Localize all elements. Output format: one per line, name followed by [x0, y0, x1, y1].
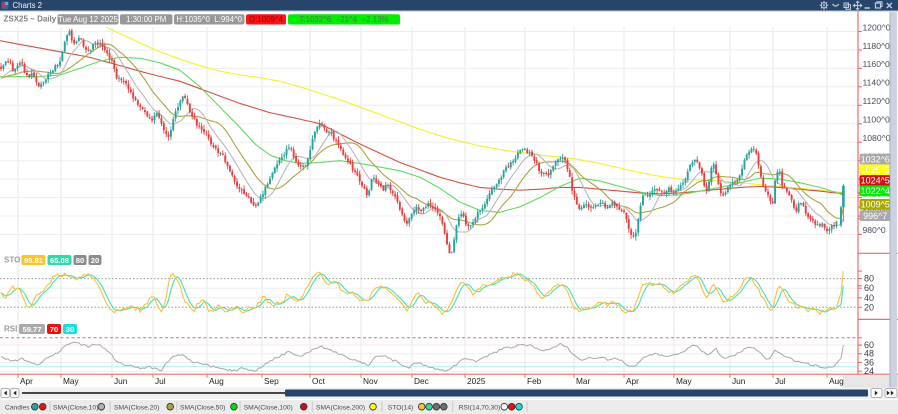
svg-text:Aug: Aug — [829, 376, 844, 386]
svg-text:May: May — [63, 376, 80, 386]
svg-text:1180^0: 1180^0 — [863, 41, 891, 51]
svg-text:20: 20 — [864, 302, 874, 312]
svg-text:Oct: Oct — [312, 376, 326, 386]
svg-text:24: 24 — [864, 366, 874, 376]
svg-text:980^0: 980^0 — [863, 225, 886, 235]
svg-text:Jun: Jun — [114, 376, 128, 386]
svg-text:95.81: 95.81 — [24, 256, 44, 265]
svg-text:60: 60 — [864, 340, 874, 350]
svg-text:1120^0: 1120^0 — [863, 96, 891, 106]
svg-text:1080^0: 1080^0 — [863, 133, 891, 143]
svg-text:1100^0: 1100^0 — [863, 115, 891, 125]
svg-text:SMA(Close,200): SMA(Close,200) — [316, 405, 365, 412]
svg-text:H:1035^0 L:994^0: H:1035^0 L:994^0 — [176, 15, 242, 24]
svg-text:SMA(Close,20): SMA(Close,20) — [114, 405, 159, 412]
svg-text:Jul: Jul — [775, 376, 786, 386]
svg-text:30: 30 — [66, 325, 74, 334]
svg-text:80: 80 — [864, 274, 874, 284]
svg-text:RSI: RSI — [4, 325, 17, 334]
svg-text:20: 20 — [91, 256, 99, 265]
svg-text:Mar: Mar — [576, 376, 591, 386]
svg-text:996^7: 996^7 — [863, 211, 887, 221]
svg-text:Feb: Feb — [527, 376, 542, 386]
svg-text:Dec: Dec — [414, 376, 429, 386]
svg-text:80: 80 — [76, 256, 84, 265]
svg-text:Apr: Apr — [626, 376, 639, 386]
svg-text:2025: 2025 — [467, 376, 486, 386]
svg-text:36: 36 — [864, 358, 874, 368]
svg-text:Apr: Apr — [20, 376, 33, 386]
svg-text:1024^5: 1024^5 — [861, 176, 890, 186]
svg-text:60: 60 — [864, 283, 874, 293]
svg-text:1160^0: 1160^0 — [863, 59, 891, 69]
svg-text:Tue Aug 12 2025: Tue Aug 12 2025 — [58, 15, 118, 24]
svg-text:1009^5: 1009^5 — [861, 200, 890, 210]
svg-text:SMA(Close,100): SMA(Close,100) — [244, 405, 293, 412]
svg-text:Nov: Nov — [363, 376, 379, 386]
svg-text:1:30:00 PM: 1:30:00 PM — [126, 15, 166, 24]
svg-text:48: 48 — [864, 349, 874, 359]
svg-text:1022^4: 1022^4 — [861, 186, 890, 196]
svg-text:1025^5: 1025^5 — [861, 165, 890, 175]
svg-text:40: 40 — [864, 293, 874, 303]
svg-text:1032^6: 1032^6 — [861, 154, 890, 164]
svg-text:Candles: Candles — [5, 405, 30, 412]
svg-text:ZSX25 ~ Daily: ZSX25 ~ Daily — [4, 15, 57, 24]
svg-text:1200^0: 1200^0 — [863, 22, 891, 32]
svg-text:STO: STO — [4, 256, 20, 265]
svg-text:1140^0: 1140^0 — [863, 78, 891, 88]
svg-text:65.08: 65.08 — [50, 256, 69, 265]
svg-text:O:1009^4: O:1009^4 — [249, 15, 284, 24]
svg-text:59.77: 59.77 — [22, 325, 41, 334]
svg-text:SMA(Close,10): SMA(Close,10) — [53, 405, 98, 412]
svg-text:Jun: Jun — [732, 376, 746, 386]
svg-text:Aug: Aug — [209, 376, 224, 386]
svg-text:Sep: Sep — [264, 376, 279, 386]
svg-text:T:1032^6 +21^4 +2.13%: T:1032^6 +21^4 +2.13% — [299, 15, 388, 24]
svg-text:May: May — [676, 376, 693, 386]
svg-text:Charts 2: Charts 2 — [13, 1, 42, 10]
svg-text:RSI(14,70,30): RSI(14,70,30) — [459, 405, 501, 412]
svg-text:Jul: Jul — [155, 376, 166, 386]
svg-text:SMA(Close,50): SMA(Close,50) — [180, 405, 225, 412]
svg-text:STO(14): STO(14) — [388, 405, 414, 412]
svg-text:70: 70 — [50, 325, 58, 334]
